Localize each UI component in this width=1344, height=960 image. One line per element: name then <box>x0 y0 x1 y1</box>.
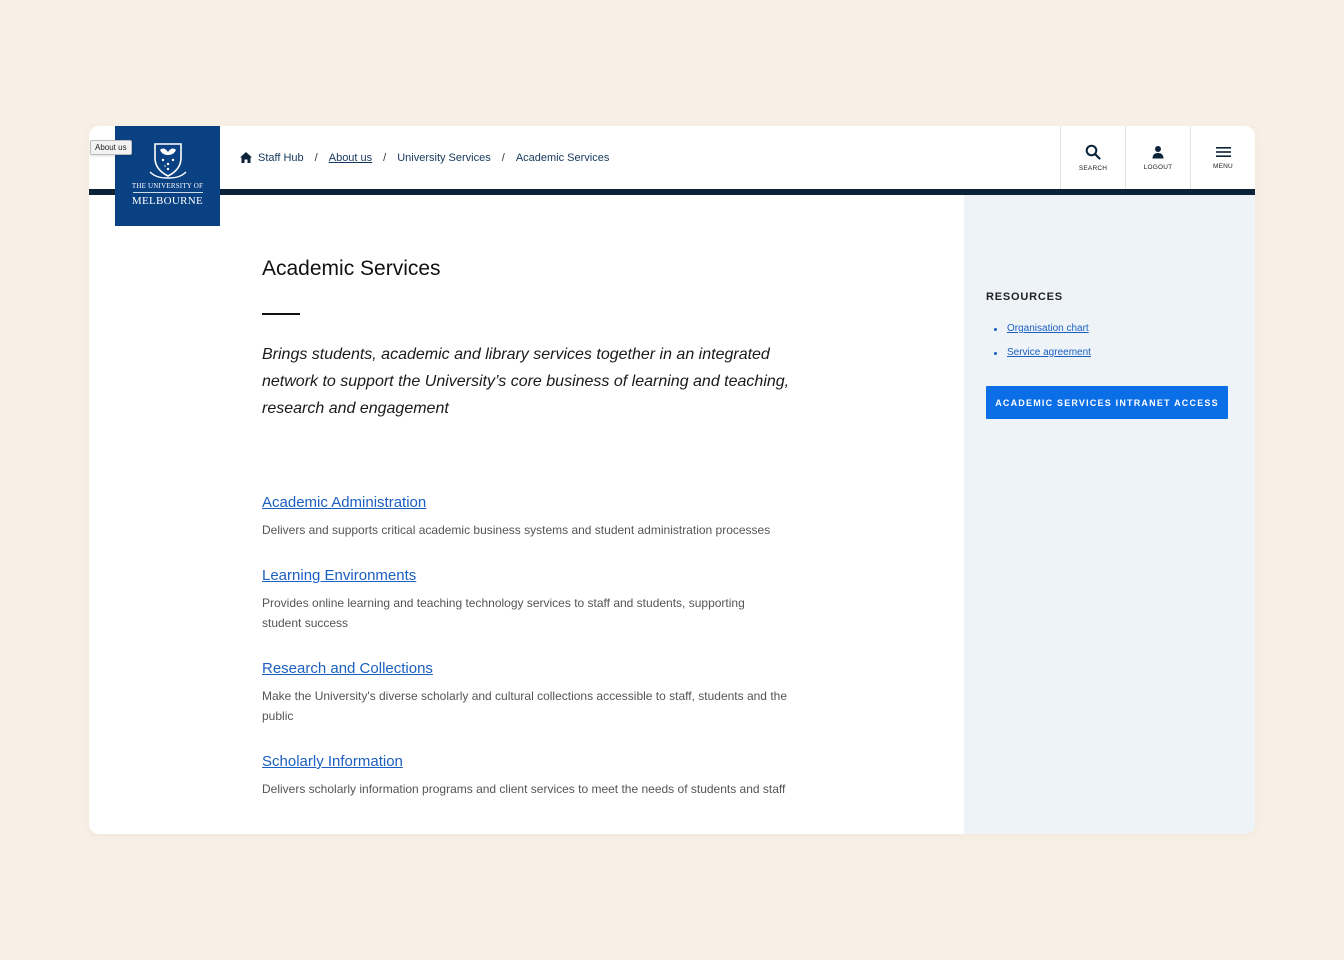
logo-melbourne: MELBOURNE <box>131 195 204 207</box>
service-link-learning-environments[interactable]: Learning Environments <box>262 567 416 584</box>
site-header: Staff Hub / About us / University Servic… <box>89 126 1255 189</box>
resources-sidebar: RESOURCES Organisation chart Service agr… <box>964 195 1255 834</box>
browser-window: Staff Hub / About us / University Servic… <box>89 126 1255 834</box>
service-item: Learning Environments Provides online le… <box>262 567 822 633</box>
resource-link-service-agreement[interactable]: Service agreement <box>994 347 1091 358</box>
breadcrumb-item-academic-services: Academic Services <box>515 151 610 164</box>
resource-link-organisation-chart[interactable]: Organisation chart <box>994 323 1091 334</box>
about-us-tooltip: About us <box>90 140 132 155</box>
header-actions: SEARCH LOGOUT MENU <box>1060 126 1255 189</box>
breadcrumb-separator: / <box>314 151 318 164</box>
service-link-research-and-collections[interactable]: Research and Collections <box>262 660 433 677</box>
title-underline <box>262 313 300 315</box>
search-icon <box>1085 144 1101 160</box>
service-link-academic-administration[interactable]: Academic Administration <box>262 494 426 511</box>
breadcrumb-separator: / <box>383 151 387 164</box>
service-item: Research and Collections Make the Univer… <box>262 660 822 726</box>
breadcrumb-item-university-services[interactable]: University Services <box>397 152 491 164</box>
service-link-scholarly-information[interactable]: Scholarly Information <box>262 753 403 770</box>
breadcrumb-label: Staff Hub <box>258 151 304 164</box>
resources-heading: RESOURCES <box>986 291 1063 303</box>
menu-label: MENU <box>1213 162 1233 170</box>
service-description: Provides online learning and teaching te… <box>262 596 745 630</box>
user-icon <box>1152 145 1164 158</box>
service-description: Make the University's diverse scholarly … <box>262 689 787 723</box>
menu-button[interactable]: MENU <box>1190 126 1255 189</box>
breadcrumb: Staff Hub / About us / University Servic… <box>240 126 609 189</box>
breadcrumb-separator: / <box>501 151 505 164</box>
search-button[interactable]: SEARCH <box>1060 126 1125 189</box>
service-item: Academic Administration Delivers and sup… <box>262 494 822 540</box>
logo-divider <box>132 192 203 193</box>
main-content: Academic Services Brings students, acade… <box>89 195 964 834</box>
home-icon <box>240 152 252 163</box>
page-title: Academic Services <box>262 257 441 280</box>
hamburger-icon <box>1215 146 1231 157</box>
page-intro: Brings students, academic and library se… <box>262 346 790 417</box>
service-description: Delivers and supports critical academic … <box>262 523 771 537</box>
service-item: Scholarly Information Delivers scholarly… <box>262 753 822 799</box>
logo-university-of: THE UNIVERSITY OF <box>131 182 204 190</box>
search-label: SEARCH <box>1078 164 1108 172</box>
breadcrumb-item-staff-hub[interactable]: Staff Hub <box>240 152 304 164</box>
logout-button[interactable]: LOGOUT <box>1125 126 1190 189</box>
service-description: Delivers scholarly information programs … <box>262 782 786 796</box>
logout-label: LOGOUT <box>1143 163 1173 171</box>
intranet-access-button[interactable]: ACADEMIC SERVICES INTRANET ACCESS <box>986 386 1228 419</box>
crest-icon <box>149 143 186 179</box>
resources-list: Organisation chart Service agreement <box>994 323 1091 371</box>
breadcrumb-item-about-us[interactable]: About us <box>329 152 372 164</box>
